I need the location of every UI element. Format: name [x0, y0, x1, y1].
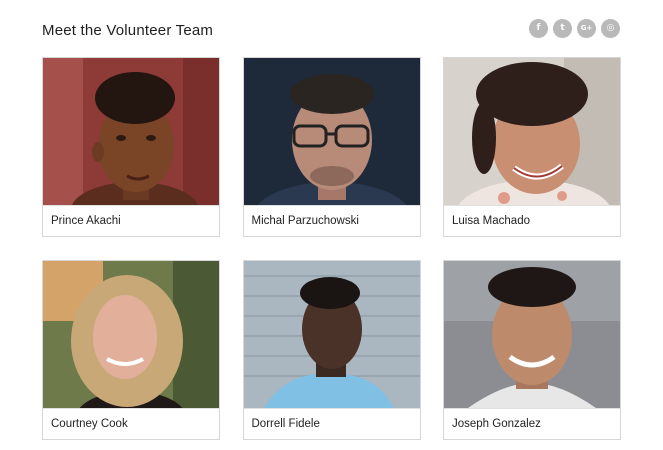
team-member-name: Prince Akachi: [43, 205, 219, 236]
social-links: f t G+ ◎: [529, 19, 620, 38]
team-card[interactable]: Luisa Machado: [443, 57, 621, 237]
team-member-name: Courtney Cook: [43, 408, 219, 439]
team-photo: [243, 58, 420, 205]
team-photo: [43, 58, 219, 205]
team-member-name: Michal Parzuchowski: [243, 205, 420, 236]
team-photo: [43, 261, 219, 408]
team-card[interactable]: Michal Parzuchowski: [242, 57, 421, 237]
team-photo: [243, 261, 420, 408]
team-photo: [444, 261, 620, 408]
team-member-name: Joseph Gonzalez: [444, 408, 620, 439]
team-card[interactable]: Joseph Gonzalez: [443, 260, 621, 440]
twitter-icon[interactable]: t: [553, 19, 572, 38]
team-member-name: Dorrell Fidele: [243, 408, 420, 439]
team-card[interactable]: Courtney Cook: [42, 260, 220, 440]
team-card[interactable]: Dorrell Fidele: [242, 260, 421, 440]
facebook-icon[interactable]: f: [529, 19, 548, 38]
page-title: Meet the Volunteer Team: [42, 22, 214, 39]
team-grid: Prince Akachi Michal Parzuchowski Luisa …: [42, 57, 621, 440]
google-plus-icon[interactable]: G+: [577, 19, 596, 38]
team-photo: [444, 58, 620, 205]
instagram-icon[interactable]: ◎: [601, 19, 620, 38]
team-member-name: Luisa Machado: [444, 205, 620, 236]
team-card[interactable]: Prince Akachi: [42, 57, 220, 237]
